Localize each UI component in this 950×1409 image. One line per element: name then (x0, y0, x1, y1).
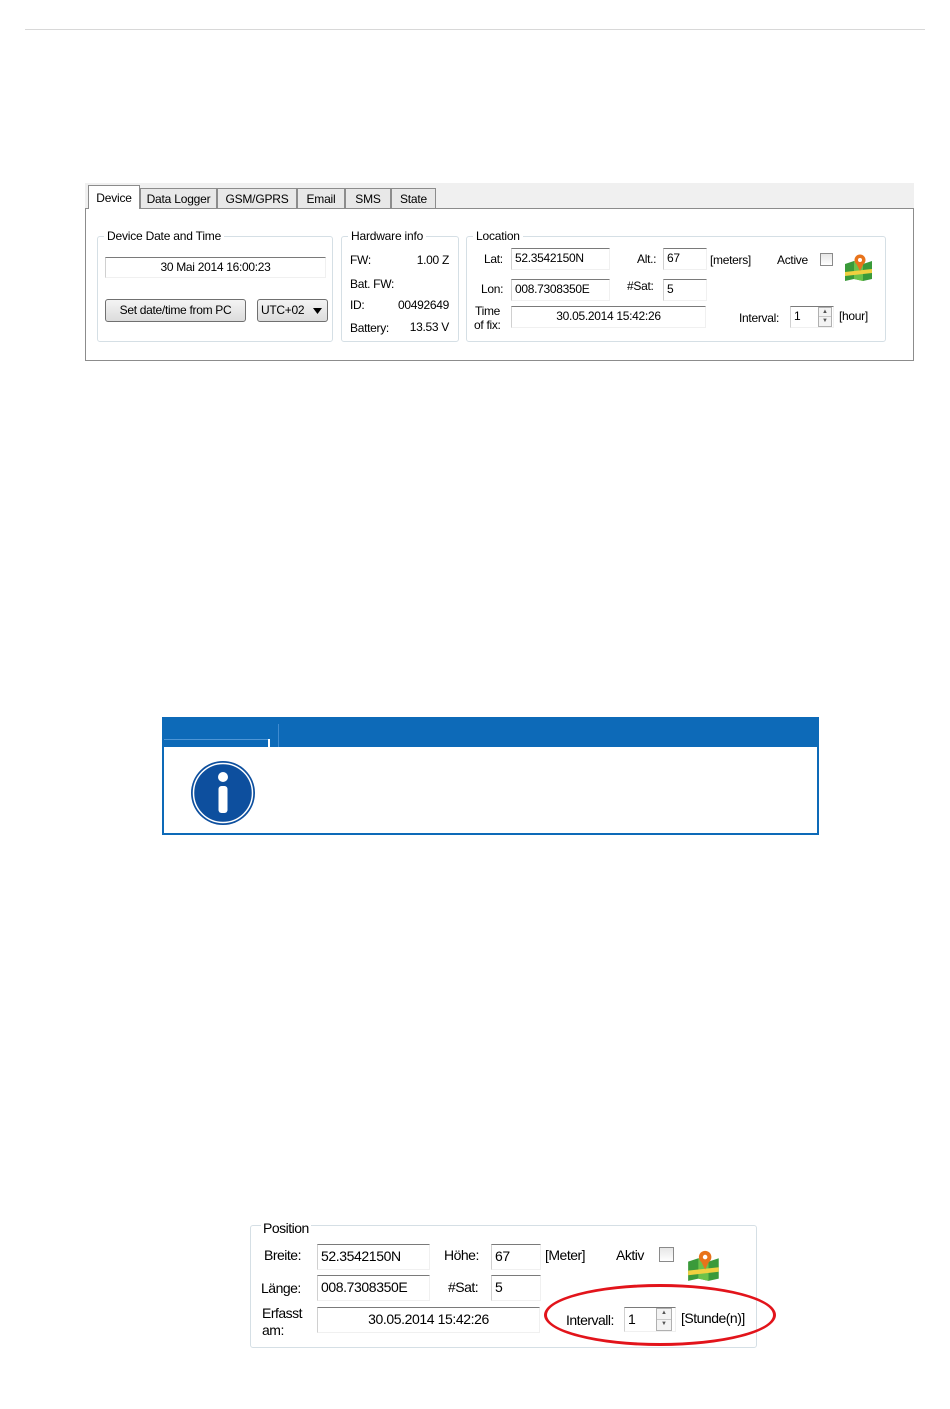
tab-state[interactable]: State (391, 188, 436, 208)
active-label: Active (777, 253, 808, 267)
device-date-time-group: Device Date and Time 30 Mai 2014 16:00:2… (97, 229, 333, 342)
aktiv-checkbox[interactable] (659, 1247, 674, 1262)
laenge-label: Länge: (261, 1280, 301, 1296)
info-header-bar (164, 719, 817, 747)
breite-label: Breite: (264, 1247, 301, 1263)
id-label: ID: (350, 298, 365, 312)
laenge-field[interactable]: 008.7308350E (317, 1275, 430, 1301)
lon-field[interactable]: 008.7308350E (511, 279, 610, 301)
header-divider (278, 724, 279, 747)
group-title: Device Date and Time (104, 229, 225, 243)
hoehe-unit: [Meter] (545, 1247, 586, 1263)
device-datetime-field: 30 Mai 2014 16:00:23 (105, 257, 326, 278)
device-tab-panel: Device Date and Time 30 Mai 2014 16:00:2… (85, 208, 914, 361)
group-title: Hardware info (348, 229, 427, 243)
tab-sms[interactable]: SMS (345, 188, 391, 208)
group-title: Location (473, 229, 523, 243)
interval-unit: [hour] (839, 309, 868, 323)
tab-data-logger[interactable]: Data Logger (140, 188, 217, 208)
sat-label: #Sat: (627, 279, 654, 293)
group-title: Position (261, 1220, 311, 1236)
map-pin-icon[interactable] (844, 252, 874, 282)
time-of-fix-label-line1: Time (475, 304, 501, 318)
lat-field[interactable]: 52.3542150N (511, 248, 610, 270)
timezone-select[interactable]: UTC+02 (257, 299, 328, 322)
alt-unit: [meters] (710, 253, 751, 267)
tab-email[interactable]: Email (297, 188, 345, 208)
aktiv-label: Aktiv (616, 1247, 644, 1263)
hoehe-field[interactable]: 67 (491, 1244, 541, 1270)
alt-field[interactable]: 67 (663, 248, 707, 270)
info-note-box (162, 717, 819, 835)
erfasst-field[interactable]: 30.05.2014 15:42:26 (317, 1307, 540, 1333)
location-group: Location Lat: 52.3542150N Lon: 008.73083… (466, 229, 886, 342)
fw-label: FW: (350, 253, 371, 267)
tab-device[interactable]: Device (88, 185, 140, 209)
stepper-up-icon[interactable]: ▲ (819, 308, 831, 317)
timezone-value: UTC+02 (261, 303, 305, 317)
set-datetime-from-pc-button[interactable]: Set date/time from PC (105, 299, 246, 322)
fw-value: 1.00 Z (416, 253, 450, 267)
time-of-fix-field[interactable]: 30.05.2014 15:42:26 (511, 306, 706, 328)
erfasst-label-line1: Erfasst (262, 1305, 303, 1321)
id-value: 00492649 (398, 298, 449, 312)
lon-label: Lon: (481, 282, 504, 296)
stepper-down-icon[interactable]: ▼ (819, 317, 831, 326)
erfasst-label-line2: am: (262, 1322, 284, 1338)
bat-fw-label: Bat. FW: (350, 277, 395, 291)
chevron-down-icon (313, 308, 322, 314)
time-of-fix-label-line2: of fix: (474, 318, 501, 332)
hardware-info-group: Hardware info FW: 1.00 Z Bat. FW: ID: 00… (341, 229, 459, 342)
tab-gsm-gprs[interactable]: GSM/GPRS (217, 188, 297, 208)
page-header-rule (25, 29, 925, 30)
highlight-circle (544, 1284, 776, 1346)
lat-label: Lat: (484, 252, 503, 266)
map-pin-icon[interactable] (687, 1248, 721, 1282)
sat-label: #Sat: (448, 1279, 479, 1295)
hoehe-label: Höhe: (444, 1247, 479, 1263)
alt-label: Alt.: (637, 252, 657, 266)
header-divider (268, 739, 270, 747)
battery-value: 13.53 V (409, 320, 450, 334)
battery-label: Battery: (350, 321, 389, 335)
info-icon (191, 761, 255, 825)
sat-field[interactable]: 5 (663, 279, 707, 301)
breite-field[interactable]: 52.3542150N (317, 1244, 430, 1270)
interval-label: Interval: (739, 311, 779, 325)
header-divider (164, 739, 268, 740)
interval-stepper[interactable]: ▲ ▼ (818, 307, 832, 327)
sat-field[interactable]: 5 (491, 1275, 541, 1301)
device-settings-dialog: Device Data Logger GSM/GPRS Email SMS St… (85, 183, 914, 361)
active-checkbox[interactable] (820, 253, 833, 266)
